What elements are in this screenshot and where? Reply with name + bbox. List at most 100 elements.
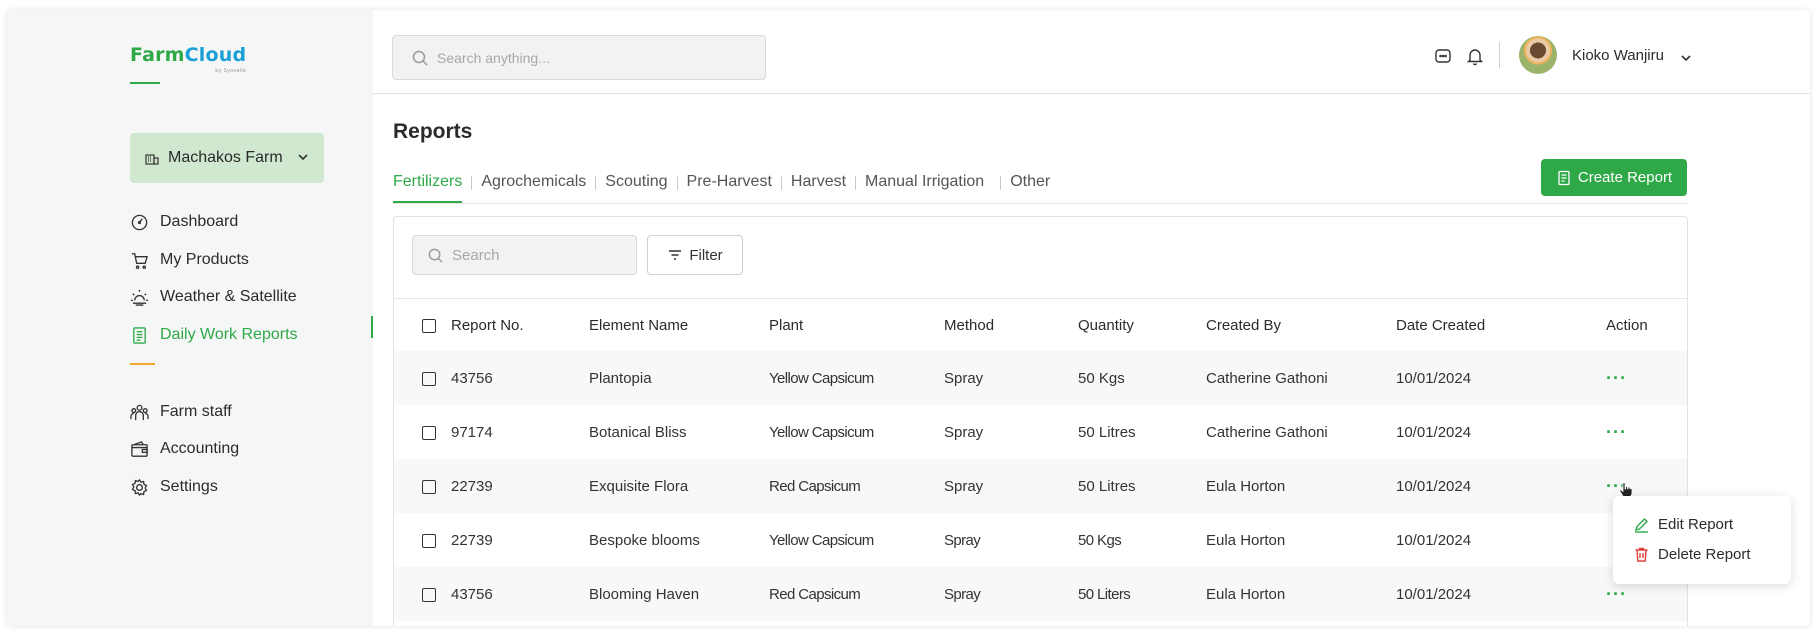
cell-quantity: 50 Liters	[1078, 585, 1131, 603]
tab-other[interactable]: Other	[1010, 173, 1050, 191]
row-checkbox[interactable]	[422, 587, 436, 602]
weather-icon	[130, 289, 149, 306]
cell-method: Spray	[944, 585, 981, 603]
sidebar-item-dashboard[interactable]: Dashboard	[130, 210, 238, 234]
farm-building-icon	[145, 154, 159, 165]
filter-label: Filter	[689, 246, 723, 264]
cell-quantity: 50 Litres	[1078, 423, 1136, 441]
sidebar-item-label: Settings	[160, 478, 218, 495]
sidebar-item-my-products[interactable]: My Products	[130, 248, 249, 272]
tab-separator	[676, 176, 678, 190]
report-icon	[133, 326, 146, 344]
cell-method: Spray	[944, 369, 984, 387]
cell-quantity: 50 Kgs	[1078, 369, 1125, 387]
cell-created-by: Eula Horton	[1206, 477, 1286, 495]
bell-icon[interactable]	[1465, 46, 1485, 66]
sidebar-item-label: Daily Work Reports	[160, 326, 298, 343]
row-action-menu[interactable]: ···	[1606, 351, 1687, 405]
cell-element: Bespoke blooms	[589, 531, 700, 549]
cell-created-by: Catherine Gathoni	[1206, 369, 1328, 387]
topbar-divider	[1499, 42, 1500, 68]
page-title: Reports	[393, 120, 473, 143]
sidebar-divider	[130, 363, 155, 365]
avatar[interactable]	[1519, 36, 1557, 74]
table-row: 97174 Botanical Bliss Yellow Capsicum Sp…	[394, 405, 1687, 459]
column-header-date-created: Date Created	[1396, 316, 1486, 334]
table-header-row: Report No. Element Name Plant Method Qua…	[394, 299, 1687, 351]
tab-fertilizers[interactable]: Fertilizers	[393, 173, 463, 203]
chat-icon[interactable]	[1433, 46, 1453, 66]
column-header-action: Action	[1606, 316, 1648, 334]
cell-created-by: Eula Horton	[1206, 531, 1286, 549]
cart-icon	[131, 252, 148, 269]
cell-quantity: 50 Litres	[1078, 477, 1136, 495]
cell-date: 10/01/2024	[1396, 477, 1472, 495]
dashboard-icon	[131, 214, 148, 230]
reports-table: Report No. Element Name Plant Method Qua…	[394, 299, 1687, 621]
row-checkbox[interactable]	[422, 533, 436, 548]
tab-agrochemicals[interactable]: Agrochemicals	[481, 173, 586, 191]
tab-pre-harvest[interactable]: Pre-Harvest	[687, 173, 772, 191]
cell-created-by: Catherine Gathoni	[1206, 423, 1328, 441]
chevron-down-icon	[298, 154, 308, 161]
active-indicator	[371, 316, 373, 338]
cell-method: Spray	[944, 531, 981, 549]
sidebar-item-accounting[interactable]: Accounting	[130, 437, 239, 461]
table-row: 22739 Bespoke blooms Yellow Capsicum Spr…	[394, 513, 1687, 567]
logo-underline	[130, 82, 160, 84]
cell-method: Spray	[944, 477, 984, 495]
top-icons	[1433, 46, 1497, 66]
sidebar-item-label: Dashboard	[160, 213, 239, 230]
gear-icon	[131, 478, 148, 496]
user-name[interactable]: Kioko Wanjiru	[1572, 47, 1664, 64]
create-report-button[interactable]: Create Report	[1541, 159, 1687, 196]
table-search[interactable]	[412, 235, 637, 275]
tab-scouting[interactable]: Scouting	[605, 173, 667, 191]
row-checkbox[interactable]	[422, 425, 436, 440]
filter-button[interactable]: Filter	[647, 235, 743, 275]
sidebar-item-farm-staff[interactable]: Farm staff	[130, 400, 232, 424]
column-header-created-by: Created By	[1206, 316, 1282, 334]
cell-plant: Yellow Capsicum	[769, 423, 874, 441]
tab-manual-irrigation[interactable]: Manual Irrigation	[865, 173, 984, 191]
column-header-element-name: Element Name	[589, 316, 689, 334]
cell-quantity: 50 Kgs	[1078, 531, 1122, 549]
top-bar: Kioko Wanjiru	[373, 10, 1810, 94]
farmcloud-logo[interactable]: FarmCloud by Syovelle	[130, 44, 247, 74]
row-action-menu[interactable]: ···	[1606, 405, 1687, 459]
sidebar-item-weather-satellite[interactable]: Weather & Satellite	[130, 285, 297, 309]
row-checkbox[interactable]	[422, 371, 436, 386]
logo-text: FarmCloud	[130, 44, 247, 66]
logo-subtitle: by Syovelle	[215, 68, 247, 74]
tab-harvest[interactable]: Harvest	[791, 173, 846, 191]
filter-icon	[669, 250, 682, 260]
farm-selector[interactable]: Machakos Farm	[130, 133, 324, 183]
global-search-input[interactable]	[437, 49, 737, 66]
chevron-down-icon[interactable]	[1679, 51, 1693, 65]
cell-created-by: Eula Horton	[1206, 585, 1286, 603]
table-row: 43756 Blooming Haven Red Capsicum Spray …	[394, 567, 1687, 621]
sidebar-item-daily-work-reports[interactable]: Daily Work Reports	[130, 323, 298, 347]
global-search[interactable]	[392, 35, 766, 80]
cell-report-no: 22739	[394, 459, 589, 513]
report-tabs: Fertilizers Agrochemicals Scouting Pre-H…	[393, 173, 1050, 203]
column-header-quantity: Quantity	[1078, 316, 1134, 334]
cell-plant: Yellow Capsicum	[769, 369, 874, 387]
app-window: FarmCloud by Syovelle Machakos Farm Dash…	[7, 10, 1810, 626]
row-checkbox[interactable]	[422, 479, 436, 494]
select-all-checkbox[interactable]	[422, 318, 436, 333]
column-header-report-no[interactable]: Report No.	[394, 299, 589, 351]
cell-element: Blooming Haven	[589, 585, 700, 603]
tab-separator	[471, 176, 473, 190]
cell-date: 10/01/2024	[1396, 369, 1472, 387]
edit-report-menu-item[interactable]: Edit Report	[1633, 514, 1733, 534]
cell-report-no: 43756	[394, 567, 589, 621]
table-search-input[interactable]	[452, 246, 622, 264]
delete-report-menu-item[interactable]: Delete Report	[1633, 544, 1751, 564]
cell-element: Botanical Bliss	[589, 423, 687, 441]
column-header-plant: Plant	[769, 316, 804, 334]
edit-report-label: Edit Report	[1658, 515, 1734, 533]
column-header-method: Method	[944, 316, 995, 334]
sidebar-item-label: Farm staff	[160, 403, 232, 420]
sidebar-item-settings[interactable]: Settings	[130, 475, 218, 499]
